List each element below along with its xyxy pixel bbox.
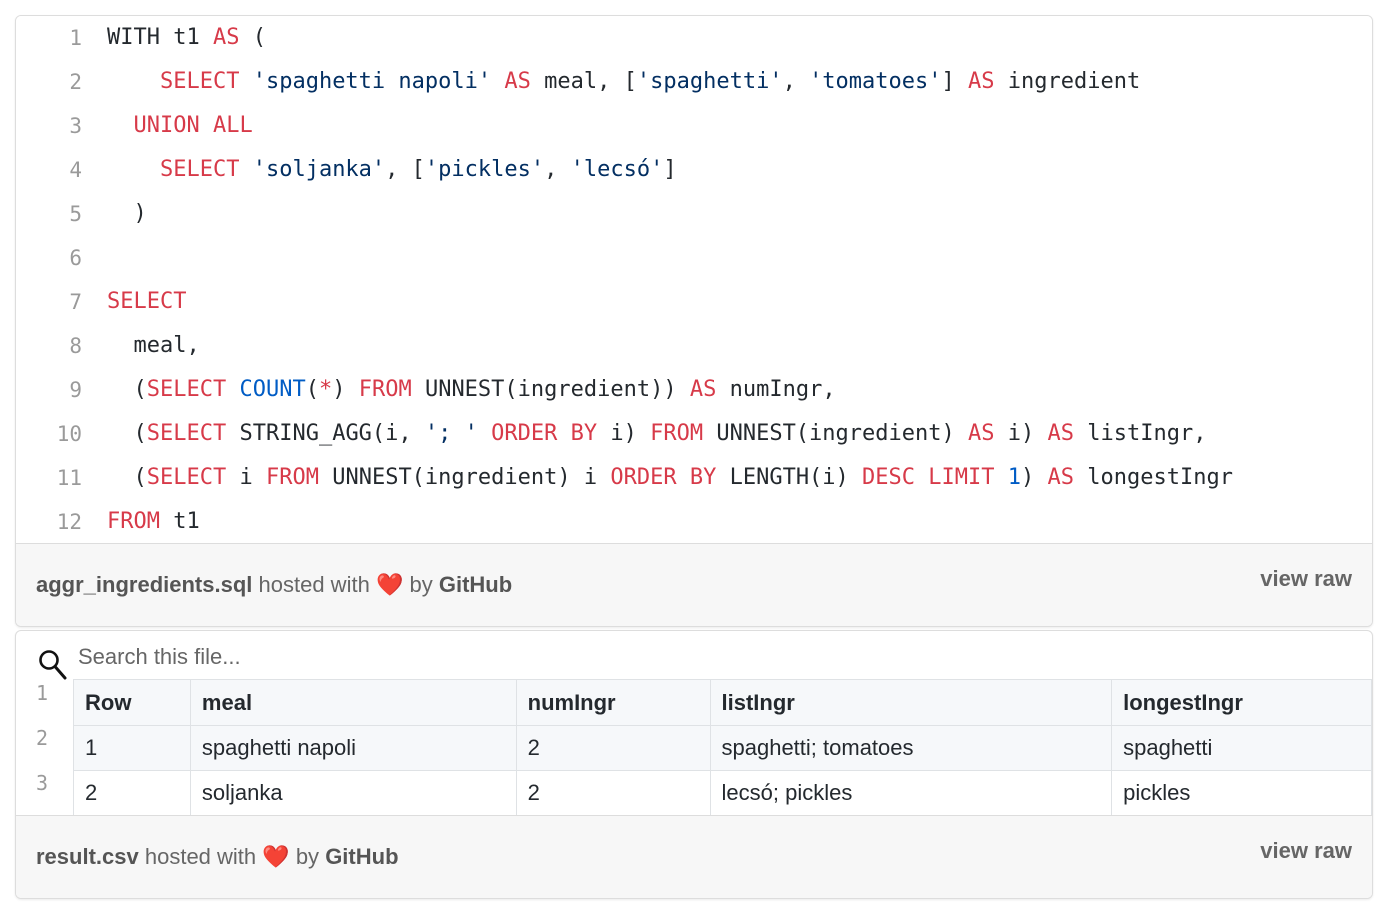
table-cell: lecsó; pickles [709, 770, 1113, 816]
table-cell: 2 [515, 725, 711, 771]
table-cell: soljanka [189, 770, 517, 816]
code-text: SELECT 'soljanka', ['pickles', 'lecsó'] [159, 157, 677, 182]
column-header: listIngr [709, 679, 1113, 726]
code-text: ) [107, 201, 147, 226]
view-raw-link[interactable]: view raw [1260, 838, 1352, 864]
search-bar [16, 631, 1372, 680]
line-number[interactable]: 4 [16, 148, 82, 192]
code-line: 6 [16, 236, 1372, 280]
code-line: 9 (SELECT COUNT(*) FROM UNNEST(ingredien… [16, 368, 1372, 412]
table-cell: spaghetti; tomatoes [709, 725, 1113, 771]
code-viewer: 1 WITH t1 AS ( 2 SELECT 'spaghetti napol… [16, 16, 1372, 545]
by-label: by [409, 572, 433, 597]
code-line: 12 FROM t1 [16, 500, 1372, 544]
heart-icon: ❤️ [262, 844, 290, 869]
table-cell: spaghetti [1111, 725, 1372, 771]
line-number[interactable]: 5 [16, 192, 82, 236]
gist-sql-file: 1 WITH t1 AS ( 2 SELECT 'spaghetti napol… [15, 15, 1373, 627]
code-text: UNION ALL [133, 113, 253, 138]
line-number[interactable]: 11 [16, 456, 82, 500]
line-number[interactable]: 2 [16, 60, 82, 104]
code-line: 5 ) [16, 192, 1372, 236]
gist-meta: result.csv hosted with ❤️ by GitHub [36, 844, 399, 870]
hosted-with-label: hosted with [144, 844, 257, 869]
column-header: longestIngr [1111, 679, 1372, 726]
column-header: Row [73, 679, 191, 726]
table-cell: 1 [73, 725, 191, 771]
table-header-row: Row meal numIngr listIngr longestIngr [73, 679, 1372, 726]
gist-footer: aggr_ingredients.sql hosted with ❤️ by G… [16, 543, 1372, 626]
column-header: meal [189, 679, 517, 726]
column-header: numIngr [515, 679, 711, 726]
code-text: (SELECT i FROM UNNEST(ingredient) i ORDE… [107, 465, 1233, 490]
hosted-with-label: hosted with [258, 572, 370, 597]
gist-csv-file: 1 2 3 Row meal numIngr listIngr longestI… [15, 630, 1373, 899]
table-cell: 2 [73, 770, 191, 816]
file-name-link[interactable]: result.csv [36, 844, 139, 869]
line-number[interactable]: 1 [16, 681, 68, 705]
line-number[interactable]: 12 [16, 500, 82, 544]
code-text: (SELECT COUNT(*) FROM UNNEST(ingredient)… [107, 377, 836, 402]
line-number[interactable]: 3 [16, 771, 68, 795]
github-link[interactable]: GitHub [439, 572, 512, 597]
csv-table: Row meal numIngr listIngr longestIngr 1 … [73, 679, 1372, 816]
code-text: meal, [107, 333, 200, 358]
by-label: by [295, 844, 320, 869]
code-text: (SELECT STRING_AGG(i, '; ' ORDER BY i) F… [107, 421, 1207, 446]
github-link[interactable]: GitHub [325, 844, 398, 869]
line-number[interactable]: 1 [16, 16, 82, 60]
line-number[interactable]: 9 [16, 368, 82, 412]
line-number[interactable]: 7 [16, 280, 82, 324]
line-number[interactable]: 6 [16, 236, 82, 280]
file-name-link[interactable]: aggr_ingredients.sql [36, 572, 252, 597]
code-text: WITH t1 AS ( [107, 25, 266, 50]
code-text: SELECT [107, 289, 187, 314]
code-line: 8 meal, [16, 324, 1372, 368]
line-number[interactable]: 10 [16, 412, 82, 456]
code-line: 11 (SELECT i FROM UNNEST(ingredient) i O… [16, 456, 1372, 500]
table-row: 2 soljanka 2 lecsó; pickles pickles [73, 770, 1372, 816]
code-line: 1 WITH t1 AS ( [16, 16, 1372, 60]
code-line: 2 SELECT 'spaghetti napoli' AS meal, ['s… [16, 60, 1372, 104]
table-cell: spaghetti napoli [189, 725, 517, 771]
code-line: 3 UNION ALL [16, 104, 1372, 148]
code-line: 10 (SELECT STRING_AGG(i, '; ' ORDER BY i… [16, 412, 1372, 456]
gist-meta: aggr_ingredients.sql hosted with ❤️ by G… [36, 572, 512, 598]
table-row: 1 spaghetti napoli 2 spaghetti; tomatoes… [73, 725, 1372, 771]
table-cell: pickles [1111, 770, 1372, 816]
line-number[interactable]: 8 [16, 324, 82, 368]
heart-icon: ❤️ [375, 572, 404, 597]
table-cell: 2 [515, 770, 711, 816]
search-icon [39, 650, 67, 680]
code-text: SELECT 'spaghetti napoli' AS meal, ['spa… [159, 69, 1141, 94]
code-line: 7 SELECT [16, 280, 1372, 324]
search-input[interactable] [76, 639, 680, 675]
gist-footer: result.csv hosted with ❤️ by GitHub view… [16, 815, 1372, 898]
line-number[interactable]: 2 [16, 726, 68, 750]
view-raw-link[interactable]: view raw [1260, 566, 1352, 592]
code-text: FROM t1 [107, 509, 200, 534]
line-number[interactable]: 3 [16, 104, 82, 148]
code-line: 4 SELECT 'soljanka', ['pickles', 'lecsó'… [16, 148, 1372, 192]
